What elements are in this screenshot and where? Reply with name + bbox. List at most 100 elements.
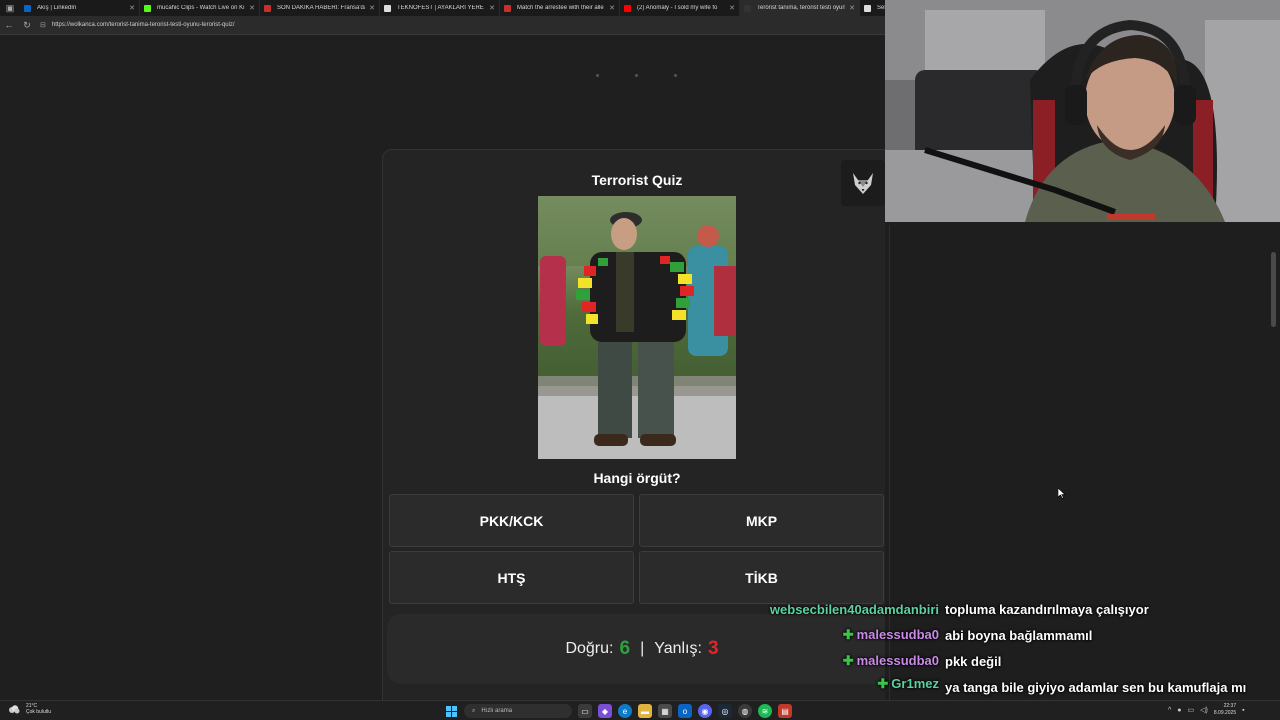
spotify-icon[interactable]: ≋ xyxy=(758,704,772,718)
answer-option-3[interactable]: HTŞ xyxy=(389,551,634,604)
tab-title: (2) Anomaly - I sold my wife fo xyxy=(637,5,718,11)
chat-message-text: abi boyna bağlammamıl xyxy=(945,627,1093,643)
browser-tabbar: ▣ Akış | LinkedIn ✕ mucahic Clips - Watch … xyxy=(0,0,885,16)
chevron-up-icon[interactable]: ^ xyxy=(1168,707,1171,714)
back-arrow-icon[interactable]: ← xyxy=(0,20,18,30)
wrong-label: Yanlış: xyxy=(654,640,702,657)
volume-icon[interactable]: ◁) xyxy=(1200,706,1208,714)
browser-tab[interactable]: Terörist tanıma, terörist testi oyun ✕ xyxy=(740,0,860,16)
chat-message-text: pkk değil xyxy=(945,653,1002,669)
edge-icon[interactable]: e xyxy=(618,704,632,718)
cloud-icon xyxy=(9,705,20,714)
tab-title: Match the arrestee with their alle xyxy=(517,5,604,11)
subscriber-badge-icon: ✚ xyxy=(842,653,854,668)
tab-title: Akış | LinkedIn xyxy=(37,5,77,11)
search-placeholder: Hızlı arama xyxy=(481,708,513,714)
site-icon xyxy=(864,4,871,12)
reload-icon[interactable]: ↻ xyxy=(18,20,36,31)
wolf-logo-icon[interactable] xyxy=(841,160,885,206)
copilot-icon[interactable]: ◆ xyxy=(598,704,612,718)
quiz-title: Terrorist Quiz xyxy=(591,172,683,188)
site-info-icon[interactable]: ⊟ xyxy=(40,21,46,29)
tab-title: TEKNOFEST | AYAKLARI YERE BA xyxy=(397,5,486,11)
webcam-feed xyxy=(885,0,1280,222)
subscriber-badge-icon: ✚ xyxy=(842,627,854,642)
tab-title: mucahic Clips - Watch Live on Ki xyxy=(157,5,245,11)
chat-message-text: topluma kazandırılmaya çalışıyor xyxy=(945,601,1149,617)
chat-username-text: websecbilen40adamdanbiri xyxy=(769,601,939,617)
kick-icon xyxy=(144,4,151,12)
browser-tab[interactable]: Match the arrestee with their alle ✕ xyxy=(500,0,620,16)
news-icon xyxy=(264,4,271,12)
browser-tab[interactable]: Akış | LinkedIn ✕ xyxy=(20,0,140,16)
chat-username-text: Gr1mez xyxy=(891,676,939,691)
quiz-photo xyxy=(538,196,736,459)
scrollbar-thumb[interactable] xyxy=(1271,252,1276,327)
task-view-icon[interactable]: ▭ xyxy=(578,704,592,718)
windows-start-icon[interactable] xyxy=(444,704,458,718)
store-icon[interactable]: ▦ xyxy=(658,704,672,718)
close-tab-icon[interactable]: ✕ xyxy=(249,4,255,12)
youtube-icon xyxy=(624,4,631,12)
clock-time: 22:37 xyxy=(1223,703,1237,709)
browser-tab[interactable]: mucahic Clips - Watch Live on Ki ✕ xyxy=(140,0,260,16)
network-icon[interactable]: ▭ xyxy=(1188,706,1195,714)
taskbar: 21°C Çok bulutlu ⌕ Hızlı arama ▭ ◆ e ▬ ▦… xyxy=(0,700,1280,720)
chat-username: ✚ malessudba0 xyxy=(700,627,945,643)
close-tab-icon[interactable]: ✕ xyxy=(609,4,615,12)
taskbar-apps: ⌕ Hızlı arama ▭ ◆ e ▬ ▦ o ◉ ◎ ◍ ≋ ▤ xyxy=(444,704,792,718)
browser-tab[interactable]: TEKNOFEST | AYAKLARI YERE BA ✕ xyxy=(380,0,500,16)
screen: ▣ Akış | LinkedIn ✕ mucahic Clips - Watch … xyxy=(0,0,1280,720)
correct-label: Doğru: xyxy=(565,640,614,657)
site-icon xyxy=(744,4,751,12)
teknofest-icon xyxy=(384,4,391,12)
close-tab-icon[interactable]: ✕ xyxy=(849,4,855,12)
notification-icon[interactable]: ▪ xyxy=(1242,707,1244,714)
chat-username: ✚ malessudba0 xyxy=(700,653,945,669)
url-text[interactable]: https://wolkanca.com/terorist-tanima-ter… xyxy=(52,22,235,28)
tab-title: SON DAKİKA HABERİ: Fransa'da I xyxy=(277,5,366,11)
chat-message: ✚ malessudba0 abi boyna bağlammamıl xyxy=(700,622,1275,648)
tab-title: Terörist tanıma, terörist testi oyun xyxy=(757,5,846,11)
browser-tab[interactable]: (2) Anomaly - I sold my wife fo ✕ xyxy=(620,0,740,16)
tab-actions-icon[interactable]: ▣ xyxy=(0,0,20,16)
clock-date: 8.09.2025 xyxy=(1213,710,1237,716)
chat-message: websecbilen40adamdanbiri topluma kazandır… xyxy=(700,596,1275,622)
answer-grid: PKK/KCK MKP HTŞ TİKB xyxy=(389,494,885,604)
score-separator: | xyxy=(640,640,645,657)
chat-username: websecbilen40adamdanbiri xyxy=(700,602,945,617)
taskbar-search[interactable]: ⌕ Hızlı arama xyxy=(464,704,572,718)
browser-tab[interactable]: Seb xyxy=(860,0,885,16)
loading-dots xyxy=(596,74,677,77)
address-bar: ← ↻ ⊟ https://wolkanca.com/terorist-tani… xyxy=(0,16,885,35)
weather-desc: Çok bulutlu xyxy=(26,709,52,715)
chat-username-text: malessudba0 xyxy=(856,627,939,642)
close-tab-icon[interactable]: ✕ xyxy=(489,4,495,12)
tab-title: Seb xyxy=(877,5,885,11)
app-icon[interactable]: ▤ xyxy=(778,704,792,718)
answer-option-2[interactable]: MKP xyxy=(639,494,884,547)
chrome-icon[interactable]: ◍ xyxy=(738,704,752,718)
linkedin-icon xyxy=(24,4,31,12)
system-tray: ^ ● ▭ ◁) 22:37 8.09.2025 ▪ xyxy=(1168,703,1245,717)
gmail-icon xyxy=(504,4,511,12)
mouse-cursor-icon xyxy=(1057,486,1066,504)
microphone-icon[interactable]: ● xyxy=(1177,707,1181,714)
browser-tab[interactable]: SON DAKİKA HABERİ: Fransa'da I ✕ xyxy=(260,0,380,16)
chat-message: ✚ malessudba0 pkk değil xyxy=(700,648,1275,674)
correct-count: 6 xyxy=(619,638,631,659)
discord-icon[interactable]: ◉ xyxy=(698,704,712,718)
close-tab-icon[interactable]: ✕ xyxy=(129,4,135,12)
outlook-icon[interactable]: o xyxy=(678,704,692,718)
search-icon: ⌕ xyxy=(472,707,476,714)
subscriber-badge-icon: ✚ xyxy=(877,676,889,691)
clock[interactable]: 22:37 8.09.2025 xyxy=(1214,703,1236,717)
answer-option-1[interactable]: PKK/KCK xyxy=(389,494,634,547)
steam-icon[interactable]: ◎ xyxy=(718,704,732,718)
close-tab-icon[interactable]: ✕ xyxy=(729,4,735,12)
chat-username-text: malessudba0 xyxy=(856,653,939,668)
quiz-question: Hangi örgüt? xyxy=(593,470,681,486)
close-tab-icon[interactable]: ✕ xyxy=(369,4,375,12)
weather-widget[interactable]: 21°C Çok bulutlu xyxy=(8,703,51,715)
file-explorer-icon[interactable]: ▬ xyxy=(638,704,652,718)
